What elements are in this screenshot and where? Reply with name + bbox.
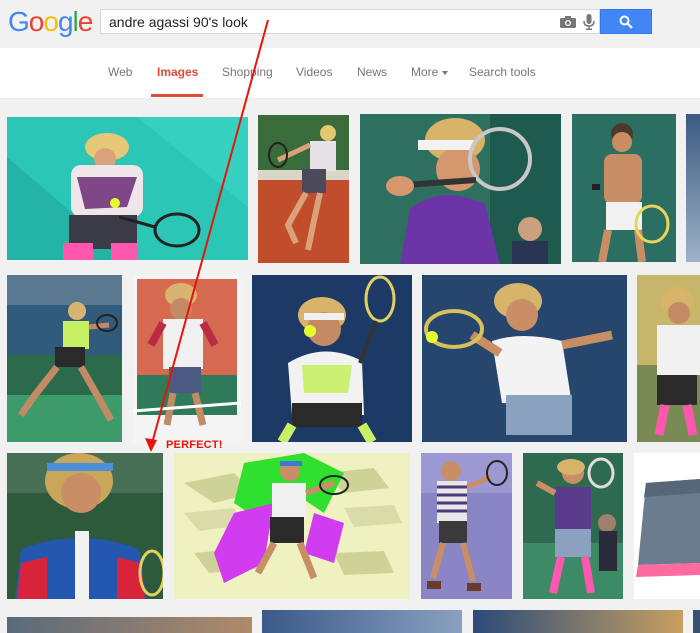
image-result[interactable]	[634, 453, 700, 599]
tennis-player-image	[252, 275, 412, 442]
image-result[interactable]	[473, 610, 683, 633]
image-result[interactable]	[421, 453, 512, 599]
tennis-player-image	[637, 275, 700, 442]
image-result[interactable]	[422, 275, 627, 442]
top-bar: Google	[0, 0, 700, 48]
image-result[interactable]	[637, 275, 700, 442]
tennis-player-image	[7, 453, 163, 599]
microphone-icon[interactable]	[583, 14, 595, 30]
tennis-player-image	[421, 453, 512, 599]
image-result[interactable]	[693, 610, 700, 633]
tab-web[interactable]: Web	[108, 65, 132, 79]
tennis-player-image	[7, 117, 248, 260]
search-box[interactable]	[100, 9, 600, 34]
camera-icon[interactable]	[560, 16, 576, 28]
tab-shopping[interactable]: Shopping	[222, 65, 273, 79]
tennis-player-image	[422, 275, 627, 442]
tab-more-label: More	[411, 65, 439, 79]
tennis-player-image	[258, 115, 349, 263]
magnifier-icon	[619, 15, 633, 29]
tab-videos[interactable]: Videos	[296, 65, 332, 79]
image-result[interactable]	[523, 453, 623, 599]
tab-images[interactable]: Images	[157, 65, 198, 79]
image-result[interactable]	[174, 453, 410, 599]
logo-letter-e: e	[77, 6, 94, 37]
image-result[interactable]	[7, 275, 122, 442]
logo-letter-o2: o	[43, 6, 59, 37]
google-logo[interactable]: Google	[8, 6, 94, 38]
chevron-down-icon	[442, 70, 449, 75]
image-result[interactable]	[572, 114, 676, 262]
logo-letter-o1: o	[28, 6, 45, 37]
annotation-label: PERFECT!	[166, 439, 223, 451]
search-tabs: Web Images Shopping Videos News More Sea…	[0, 48, 700, 99]
tennis-player-image	[174, 453, 410, 599]
search-input[interactable]	[109, 14, 549, 30]
logo-letter-g1: G	[8, 6, 30, 37]
image-result[interactable]	[252, 275, 412, 442]
image-result[interactable]	[7, 617, 252, 633]
tennis-player-image	[360, 114, 561, 264]
tab-news[interactable]: News	[357, 65, 387, 79]
logo-letter-g2: g	[57, 6, 74, 37]
tennis-player-image	[572, 114, 676, 262]
tennis-player-image	[523, 453, 623, 599]
tennis-player-image	[7, 275, 122, 442]
image-result[interactable]	[7, 117, 248, 260]
image-result[interactable]	[262, 610, 462, 633]
tab-search-tools[interactable]: Search tools	[469, 65, 536, 79]
tab-more[interactable]: More	[411, 65, 449, 79]
image-result[interactable]	[7, 453, 163, 599]
image-result[interactable]	[133, 275, 241, 443]
denim-skirt-image	[634, 453, 700, 599]
image-result[interactable]	[258, 115, 349, 263]
search-button[interactable]	[600, 9, 652, 34]
image-result[interactable]	[686, 114, 700, 262]
active-tab-indicator	[151, 94, 203, 97]
image-result[interactable]	[360, 114, 561, 264]
tennis-player-image	[133, 275, 241, 443]
